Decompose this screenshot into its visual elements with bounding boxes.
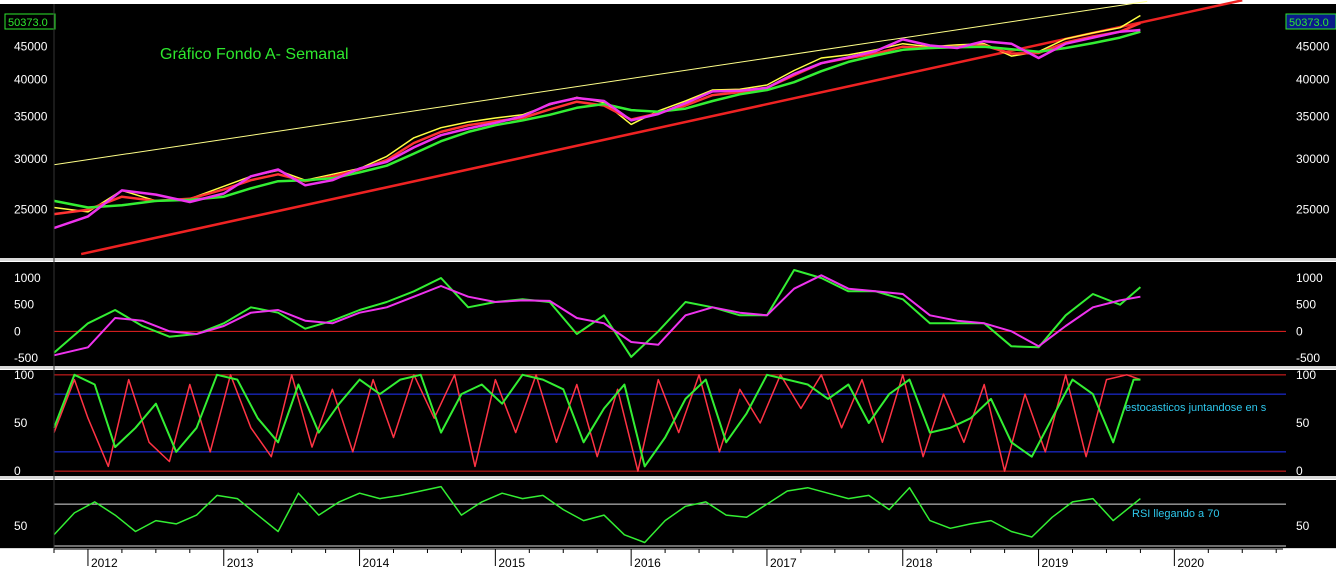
rsi-right-tick-0: 50 bbox=[1296, 519, 1310, 533]
x-tick-label-6: 2018 bbox=[906, 556, 933, 570]
x-tick-label-5: 2017 bbox=[770, 556, 797, 570]
chart-stage: 25000 25000 30000 30000 35000 35000 40000 40000… bbox=[0, 0, 1336, 574]
price-right-tick-0: 25000 bbox=[1296, 203, 1330, 217]
price-right-tick-3: 40000 bbox=[1296, 72, 1330, 86]
panel-2-background bbox=[0, 370, 1336, 476]
last-value-label-right: 50373.0 bbox=[1289, 17, 1329, 29]
x-tick-label-3: 2015 bbox=[498, 556, 525, 570]
x-tick-label-1: 2013 bbox=[227, 556, 254, 570]
panel-1-background bbox=[0, 262, 1336, 366]
x-axis-strip bbox=[0, 549, 1336, 574]
macd-right-tick-3: -500 bbox=[1296, 351, 1320, 365]
macd-right-tick-2: 0 bbox=[1296, 324, 1303, 338]
stochastic-left-tick-2: 0 bbox=[14, 464, 21, 478]
price-right-tick-2: 35000 bbox=[1296, 109, 1330, 123]
last-value-label-left: 50373.0 bbox=[8, 17, 48, 29]
macd-left-tick-0: 1000 bbox=[14, 271, 41, 285]
macd-left-tick-2: 0 bbox=[14, 324, 21, 338]
macd-left-tick-1: 500 bbox=[14, 298, 34, 312]
price-left-tick-2: 35000 bbox=[14, 109, 48, 123]
macd-right-tick-0: 1000 bbox=[1296, 271, 1323, 285]
chart-title: Gráfico Fondo A- Semanal bbox=[160, 46, 349, 63]
x-tick-label-2: 2014 bbox=[363, 556, 390, 570]
price-right-tick-4: 45000 bbox=[1296, 40, 1330, 54]
price-left-tick-0: 25000 bbox=[14, 203, 48, 217]
rsi-annotation: RSI llegando a 70 bbox=[1132, 508, 1219, 520]
stochastic-right-tick-2: 0 bbox=[1296, 464, 1303, 478]
price-left-tick-4: 45000 bbox=[14, 40, 48, 54]
panel-0-background bbox=[0, 4, 1336, 258]
x-tick-label-0: 2012 bbox=[91, 556, 118, 570]
chart-canvas: 25000 25000 30000 30000 35000 35000 40000 40000… bbox=[0, 0, 1336, 574]
macd-left-tick-3: -500 bbox=[14, 351, 38, 365]
x-tick-label-7: 2019 bbox=[1042, 556, 1069, 570]
x-tick-label-4: 2016 bbox=[634, 556, 661, 570]
stochastic-left-tick-0: 100 bbox=[14, 368, 34, 382]
stochastic-annotation: estocasticos juntandose en s bbox=[1125, 402, 1267, 414]
rsi-left-tick-0: 50 bbox=[14, 519, 28, 533]
price-left-tick-3: 40000 bbox=[14, 72, 48, 86]
price-right-tick-1: 30000 bbox=[1296, 152, 1330, 166]
stochastic-left-tick-1: 50 bbox=[14, 416, 28, 430]
x-tick-label-8: 2020 bbox=[1177, 556, 1204, 570]
price-left-tick-1: 30000 bbox=[14, 152, 48, 166]
stochastic-right-tick-0: 100 bbox=[1296, 368, 1316, 382]
macd-right-tick-1: 500 bbox=[1296, 298, 1316, 312]
stochastic-right-tick-1: 50 bbox=[1296, 416, 1310, 430]
